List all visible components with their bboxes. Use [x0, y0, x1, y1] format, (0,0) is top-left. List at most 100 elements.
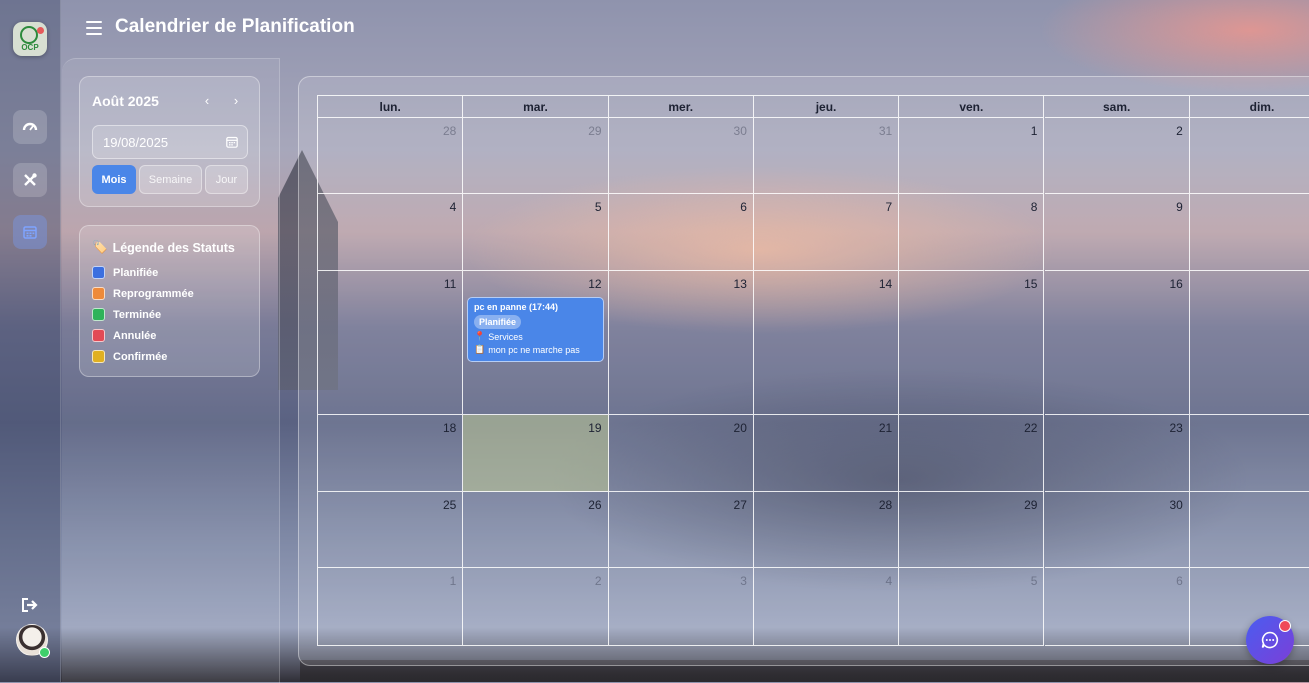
day-cell[interactable]: 9 — [1044, 194, 1190, 271]
logo-badge — [37, 27, 44, 34]
day-number: 15 — [1024, 277, 1038, 291]
day-cell[interactable]: 28 — [318, 118, 464, 194]
day-number: 22 — [1024, 421, 1038, 435]
day-cell[interactable]: 11 — [318, 271, 464, 415]
date-input[interactable]: 19/08/2025 — [92, 125, 248, 159]
day-number: 31 — [878, 124, 893, 138]
day-number: 20 — [733, 421, 747, 435]
legend-label: Terminée — [113, 308, 162, 321]
chat-button[interactable] — [1246, 616, 1294, 664]
day-cell[interactable]: 1 — [318, 568, 464, 646]
logo-mark-icon — [20, 26, 38, 44]
weekday-header: mar. — [463, 96, 609, 118]
day-cell[interactable]: 30 — [608, 118, 754, 194]
day-number: 5 — [594, 200, 602, 214]
legend-title-text: Légende des Statuts — [112, 240, 235, 255]
weekday-header: dim. — [1189, 96, 1309, 118]
day-cell[interactable]: 29 — [899, 492, 1045, 568]
logout-icon — [22, 598, 38, 612]
view-month-button[interactable]: Mois — [92, 165, 136, 194]
legend-label: Confirmée — [113, 350, 168, 363]
month-grid: lun. mar. mer. jeu. ven. sam. dim. 28 29 30 31 1 2 4 5… — [317, 95, 1309, 646]
day-cell[interactable]: 1 — [899, 118, 1045, 194]
day-cell[interactable]: 2 — [463, 568, 609, 646]
day-number: 28 — [878, 498, 893, 512]
event-note-text: mon pc ne marche pas — [488, 344, 580, 355]
weekday-header: ven. — [899, 96, 1045, 118]
event-location: 📍 Services — [474, 331, 597, 342]
day-cell[interactable] — [1189, 271, 1309, 415]
day-cell[interactable]: 31 — [753, 118, 900, 194]
menu-icon-bar — [86, 33, 102, 35]
day-cell[interactable]: 18 — [318, 415, 464, 492]
weekday-header: lun. — [318, 96, 464, 118]
legend-label: Planifiée — [113, 266, 159, 279]
online-status-dot — [39, 647, 50, 658]
day-cell[interactable]: 6 — [1044, 568, 1190, 646]
app-logo[interactable]: OCP — [13, 22, 47, 56]
day-cell[interactable]: 23 — [1044, 415, 1190, 492]
tag-icon: 🏷️ — [92, 240, 108, 254]
day-number: 27 — [733, 498, 747, 512]
view-week-button[interactable]: Semaine — [139, 165, 202, 194]
day-number: 30 — [1169, 498, 1183, 512]
day-cell[interactable]: 4 — [318, 194, 464, 271]
calendar-nav-button[interactable] — [13, 215, 47, 249]
tools-icon — [24, 173, 37, 186]
legend-title: 🏷️ Légende des Statuts — [92, 240, 235, 255]
legend-swatch — [92, 350, 105, 363]
day-cell[interactable]: 2 — [1044, 118, 1190, 194]
event-location-text: Services — [488, 331, 523, 342]
day-cell[interactable]: 27 — [608, 492, 754, 568]
prev-month-button[interactable]: ‹ — [198, 91, 216, 111]
day-cell[interactable]: 3 — [608, 568, 754, 646]
day-cell[interactable]: 28 — [753, 492, 900, 568]
view-day-button[interactable]: Jour — [205, 165, 248, 194]
day-cell[interactable]: 26 — [463, 492, 609, 568]
day-cell[interactable]: 29 — [463, 118, 609, 194]
user-avatar[interactable] — [16, 624, 50, 658]
day-cell[interactable]: 15 — [899, 271, 1045, 415]
day-cell[interactable]: 30 — [1044, 492, 1190, 568]
day-cell[interactable]: 7 — [753, 194, 900, 271]
day-cell[interactable]: 20 — [608, 415, 754, 492]
day-cell[interactable] — [1189, 194, 1309, 271]
day-cell[interactable]: 16 — [1044, 271, 1190, 415]
day-number: 16 — [1169, 277, 1183, 291]
day-number: 11 — [443, 277, 457, 291]
gauge-icon — [22, 122, 38, 131]
day-cell[interactable]: 6 — [608, 194, 754, 271]
day-cell-today[interactable]: 19 — [463, 415, 609, 492]
event-status-badge: Planifiée — [474, 315, 522, 329]
legend-item-terminee: Terminée — [92, 308, 161, 321]
day-cell[interactable] — [1189, 492, 1309, 568]
next-month-button[interactable]: › — [227, 91, 245, 111]
dashboard-button[interactable] — [13, 110, 47, 144]
day-cell[interactable] — [1189, 415, 1309, 492]
day-cell[interactable] — [1189, 118, 1309, 194]
legend-item-reprogrammee: Reprogrammée — [92, 287, 194, 300]
day-cell[interactable]: 5 — [463, 194, 609, 271]
day-number: 8 — [1030, 200, 1038, 214]
menu-toggle-button[interactable] — [86, 21, 102, 35]
event-note: 📋 mon pc ne marche pas — [474, 344, 597, 355]
day-cell[interactable]: 4 — [753, 568, 900, 646]
legend-swatch — [92, 329, 105, 342]
day-cell[interactable]: 5 — [899, 568, 1045, 646]
month-navigator-card: Août 2025 ‹ › 19/08/2025 Mois Semaine Jo… — [79, 76, 260, 207]
day-number: 2 — [594, 574, 602, 588]
day-cell[interactable]: 25 — [318, 492, 464, 568]
day-cell[interactable]: 8 — [899, 194, 1045, 271]
calendar-icon — [23, 226, 37, 239]
day-cell[interactable]: 21 — [753, 415, 900, 492]
day-number: 29 — [588, 124, 602, 138]
logout-button[interactable] — [20, 596, 40, 614]
day-cell[interactable]: 22 — [899, 415, 1045, 492]
calendar-picker-icon[interactable] — [226, 136, 238, 148]
day-cell[interactable]: 13 — [608, 271, 754, 415]
day-cell[interactable]: 14 — [753, 271, 900, 415]
calendar-event[interactable]: pc en panne (17:44) Planifiée 📍 Services… — [467, 297, 604, 362]
month-label: Août 2025 — [92, 93, 159, 109]
day-number: 28 — [442, 124, 457, 138]
tools-button[interactable] — [13, 163, 47, 197]
